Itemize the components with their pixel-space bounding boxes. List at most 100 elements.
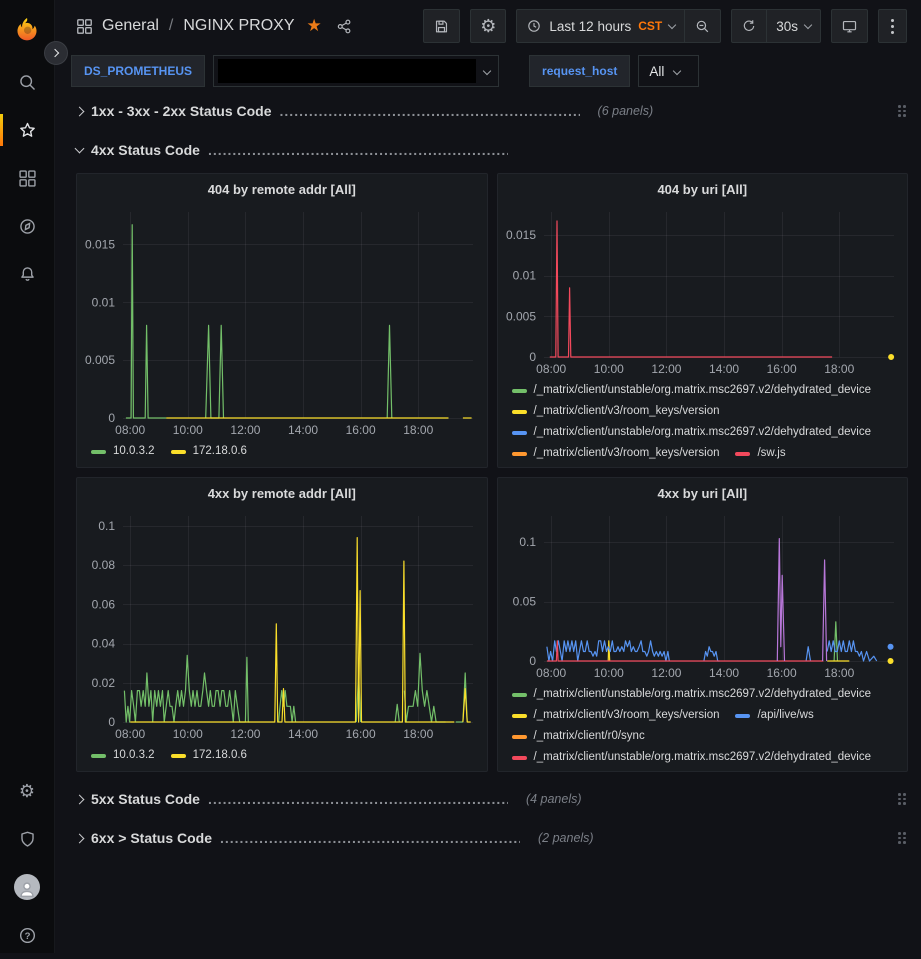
refresh-interval-label: 30s — [776, 19, 798, 34]
row-panel-count: (6 panels) — [598, 104, 654, 118]
legend-label: /_matrix/client/v3/room_keys/version — [534, 402, 720, 421]
legend-swatch — [512, 714, 527, 718]
panel-legend: 10.0.3.2 172.18.0.6 — [77, 744, 487, 771]
favorite-star-icon[interactable]: ★ — [307, 16, 322, 36]
sidebar-item-search[interactable] — [0, 58, 54, 106]
row-1xx-3xx-2xx[interactable]: 1xx - 3xx - 2xx Status Code ............… — [76, 97, 908, 125]
legend-item[interactable]: /_matrix/client/v3/room_keys/version — [512, 706, 720, 725]
svg-text:0: 0 — [108, 411, 115, 425]
chevron-right-icon — [51, 49, 59, 57]
legend-label: /_matrix/client/unstable/org.matrix.msc2… — [534, 748, 872, 767]
sidebar-item-explore[interactable] — [0, 202, 54, 250]
panel-title[interactable]: 404 by remote addr [All] — [77, 174, 487, 204]
svg-text:08:00: 08:00 — [115, 727, 145, 741]
legend-item[interactable]: /_matrix/client/unstable/org.matrix.msc2… — [512, 748, 872, 767]
sidebar-item-configuration[interactable]: ⚙ — [0, 767, 54, 815]
panel-legend: /_matrix/client/unstable/org.matrix.msc2… — [498, 379, 908, 467]
row-5xx[interactable]: 5xx Status Code ........................… — [76, 785, 908, 813]
chevron-down-icon — [804, 20, 812, 28]
chevron-down-icon — [668, 20, 676, 28]
sidebar-item-profile[interactable] — [0, 863, 54, 911]
time-series-chart[interactable]: 08:0010:0012:0014:0016:0018:000.0150.010… — [77, 204, 487, 440]
sidebar-bottom-group: ⚙ ? — [0, 767, 54, 959]
zoom-out-button[interactable] — [684, 10, 720, 42]
datasource-variable-select[interactable] — [213, 55, 499, 87]
svg-text:14:00: 14:00 — [288, 727, 318, 741]
time-series-chart[interactable]: 08:0010:0012:0014:0016:0018:000.10.050 — [498, 508, 908, 683]
row-drag-handle[interactable] — [898, 793, 906, 805]
row-title: 1xx - 3xx - 2xx Status Code — [91, 103, 272, 119]
svg-text:12:00: 12:00 — [651, 666, 681, 680]
cycle-view-mode-button[interactable] — [831, 9, 868, 43]
svg-text:0.005: 0.005 — [505, 309, 535, 323]
row-title-dots: ........................................… — [208, 791, 508, 807]
row-4xx[interactable]: 4xx Status Code ........................… — [76, 136, 908, 164]
row-title: 5xx Status Code — [91, 791, 200, 807]
legend-item[interactable]: /api/live/ws — [735, 706, 813, 725]
row-drag-handle[interactable] — [898, 832, 906, 844]
legend-item[interactable]: /_matrix/client/unstable/org.matrix.msc2… — [512, 423, 872, 442]
share-icon[interactable] — [336, 18, 353, 35]
legend-item[interactable]: /_matrix/client/v3/room_keys/version — [512, 444, 720, 463]
legend-item[interactable]: /_matrix/client/unstable/org.matrix.msc2… — [512, 381, 872, 400]
time-series-chart[interactable]: 08:0010:0012:0014:0016:0018:000.0150.010… — [498, 204, 908, 379]
dashboard-settings-button[interactable]: ⚙ — [470, 9, 506, 43]
legend-item[interactable]: 10.0.3.2 — [91, 746, 155, 765]
sidebar-item-starred[interactable] — [0, 106, 54, 154]
sidebar-item-help[interactable]: ? — [0, 911, 54, 959]
panel-title[interactable]: 4xx by uri [All] — [498, 478, 908, 508]
zoom-out-icon — [694, 18, 711, 35]
breadcrumb-dashboard[interactable]: NGINX PROXY — [183, 17, 294, 35]
refresh-group: 30s — [731, 9, 821, 43]
svg-text:14:00: 14:00 — [288, 423, 318, 437]
refresh-interval-dropdown[interactable]: 30s — [766, 10, 820, 42]
datasource-variable-label[interactable]: DS_PROMETHEUS — [71, 55, 205, 87]
request-host-variable-select[interactable]: All — [638, 55, 699, 87]
chevron-down-icon — [673, 67, 681, 75]
grafana-logo-icon — [14, 16, 40, 42]
sidebar-item-dashboards[interactable] — [0, 154, 54, 202]
row-6xx[interactable]: 6xx > Status Code ......................… — [76, 824, 908, 852]
legend-item[interactable]: 172.18.0.6 — [171, 746, 247, 765]
legend-item[interactable]: /sw.js — [735, 444, 785, 463]
variables-row: DS_PROMETHEUS request_host All — [55, 52, 921, 90]
panel-title[interactable]: 404 by uri [All] — [498, 174, 908, 204]
more-options-button[interactable] — [878, 9, 907, 43]
svg-text:?: ? — [24, 931, 30, 942]
search-icon — [17, 72, 38, 93]
row-title-dots: ........................................… — [220, 830, 520, 846]
svg-text:10:00: 10:00 — [593, 666, 623, 680]
panel-title[interactable]: 4xx by remote addr [All] — [77, 478, 487, 508]
save-dashboard-button[interactable] — [423, 9, 460, 43]
svg-text:0.015: 0.015 — [505, 228, 535, 242]
refresh-button[interactable] — [732, 10, 766, 42]
svg-text:0.08: 0.08 — [92, 558, 116, 572]
legend-item[interactable]: 172.18.0.6 — [171, 442, 247, 461]
svg-text:08:00: 08:00 — [536, 362, 566, 376]
sidebar-item-alerting[interactable] — [0, 250, 54, 298]
legend-item[interactable]: 10.0.3.2 — [91, 442, 155, 461]
star-icon — [17, 120, 38, 141]
row-panel-count: (2 panels) — [538, 831, 594, 845]
chevron-right-icon — [75, 833, 85, 843]
time-series-chart[interactable]: 08:0010:0012:0014:0016:0018:000.10.080.0… — [77, 508, 487, 744]
svg-text:14:00: 14:00 — [709, 362, 739, 376]
legend-label: /_matrix/client/unstable/org.matrix.msc2… — [534, 381, 872, 400]
sidebar-item-server-admin[interactable] — [0, 815, 54, 863]
svg-text:0: 0 — [108, 715, 115, 729]
legend-item[interactable]: /_matrix/client/v3/room_keys/version — [512, 402, 720, 421]
shield-icon — [17, 829, 38, 850]
panel-4xx-by-remote-addr-all-: 4xx by remote addr [All]08:0010:0012:001… — [76, 477, 488, 772]
legend-item[interactable]: /_matrix/client/r0/sync — [512, 727, 645, 746]
legend-label: /api/live/ws — [757, 706, 813, 725]
svg-text:16:00: 16:00 — [766, 362, 796, 376]
dashboard-header: General / NGINX PROXY ★ ⚙ — [55, 0, 921, 52]
legend-label: 10.0.3.2 — [113, 746, 155, 765]
breadcrumb-folder[interactable]: General — [102, 17, 159, 35]
gear-icon: ⚙ — [480, 17, 496, 35]
row-drag-handle[interactable] — [898, 105, 906, 117]
sidebar-expand-button[interactable] — [44, 41, 68, 65]
request-host-variable-label[interactable]: request_host — [529, 55, 630, 87]
legend-item[interactable]: /_matrix/client/unstable/org.matrix.msc2… — [512, 685, 872, 704]
time-range-picker[interactable]: Last 12 hours CST — [517, 10, 684, 42]
